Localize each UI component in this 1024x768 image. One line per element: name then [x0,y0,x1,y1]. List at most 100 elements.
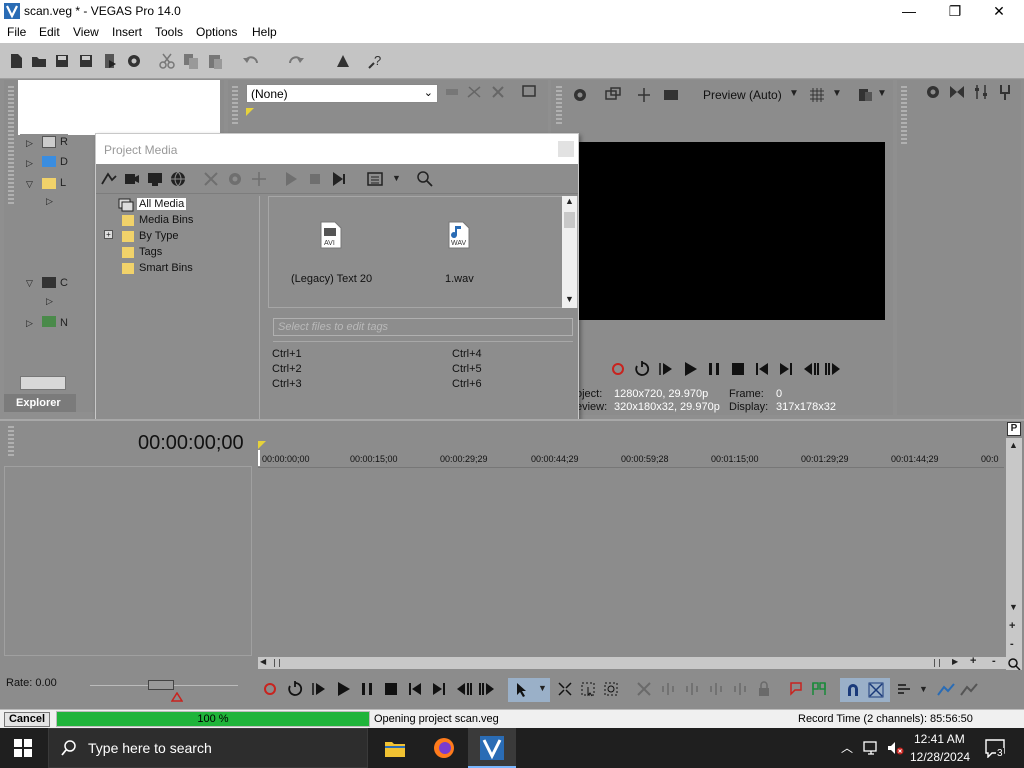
new-file-icon[interactable] [7,52,25,70]
timeline-grip[interactable] [8,426,14,456]
copy-snapshot-icon[interactable] [856,86,874,104]
cancel-button[interactable]: Cancel [4,712,50,727]
loop-playback-icon[interactable] [634,361,650,377]
play-icon[interactable] [335,681,351,697]
play-from-start-icon[interactable] [658,361,674,377]
capture-video-icon[interactable] [123,170,141,188]
taskbar-vegas-button[interactable] [468,728,516,768]
chevron-down-icon[interactable]: ▼ [789,88,799,99]
play-icon[interactable] [682,361,698,377]
trimmer-clear-icon[interactable] [466,84,482,100]
play-from-start-icon[interactable] [311,681,327,697]
envelope-tool-icon[interactable] [557,681,573,697]
tuning-fork-icon[interactable] [996,83,1014,101]
insert-region-icon[interactable] [811,681,827,697]
go-to-end-icon[interactable] [778,361,794,377]
menu-insert[interactable]: Insert [112,25,142,39]
snapping-toggle-group[interactable] [840,678,890,702]
chevron-down-icon[interactable]: ▼ [832,88,842,99]
p-button[interactable]: P [1007,422,1021,436]
tree-by-type[interactable]: By Type [139,230,179,242]
stop-icon[interactable] [730,361,746,377]
menu-file[interactable]: File [7,25,26,39]
cut-icon[interactable] [158,52,176,70]
open-folder-icon[interactable] [30,52,48,70]
project-media-close-button[interactable] [558,141,574,157]
redo-icon[interactable] [287,52,305,70]
tree-media-bins[interactable]: Media Bins [139,214,193,226]
next-frame-icon[interactable] [824,361,842,377]
trimmer-settings-icon[interactable] [521,84,537,100]
tree-label-d[interactable]: D [60,156,68,168]
tree-label-c[interactable]: C [60,277,68,289]
tag-shortcut[interactable]: Ctrl+1 [272,348,302,360]
next-frame-icon[interactable] [478,681,496,697]
start-preview-icon[interactable] [282,170,300,188]
timeline-hscroll[interactable]: ◀ ▶ + - [258,655,1006,669]
stop-preview-icon[interactable] [306,170,324,188]
firefox-icon[interactable] [432,736,456,760]
scroll-left-arrow[interactable]: ◀ [260,657,266,666]
remove-media-icon[interactable] [202,170,220,188]
tree-expand-arrow[interactable]: ▷ [26,138,33,149]
minimize-button[interactable]: — [886,0,932,23]
preview-quality-select[interactable]: Preview (Auto) [703,88,782,102]
menu-edit[interactable]: Edit [39,25,60,39]
scroll-thumb-left[interactable] [274,659,280,667]
views-list-icon[interactable] [366,170,384,188]
tree-smart-bins[interactable]: Smart Bins [139,262,193,274]
globe-icon[interactable] [169,170,187,188]
timeline-vscroll[interactable]: P ▲ ▼ + - [1006,422,1022,670]
go-to-end-icon[interactable] [431,681,447,697]
scroll-down-arrow[interactable]: ▼ [1009,602,1018,612]
tag-shortcut[interactable]: Ctrl+2 [272,363,302,375]
auto-preview-icon[interactable] [330,170,348,188]
lock-icon[interactable] [756,681,772,697]
menu-view[interactable]: View [73,25,99,39]
copy-icon[interactable] [182,52,200,70]
tree-collapse-arrow[interactable]: ▽ [26,278,33,289]
media-file-name[interactable]: (Legacy) Text 20 [291,273,372,285]
scroll-thumb[interactable] [564,212,575,228]
selection-edit-tool-icon[interactable] [580,681,596,697]
media-file-item[interactable]: AVI [319,221,343,249]
fader-icon[interactable] [972,83,990,101]
menu-tools[interactable]: Tools [155,25,183,39]
properties-gear-icon[interactable] [125,52,143,70]
render-icon[interactable] [101,52,119,70]
trimmer-media-select[interactable]: (None) ⌄ [246,84,438,103]
explorer-hscroll[interactable] [20,376,66,390]
tag-edit-field[interactable]: Select files to edit tags [273,318,573,336]
preview-device-icon[interactable] [604,86,622,104]
volume-muted-icon[interactable] [886,740,904,756]
save-as-icon[interactable] [77,52,95,70]
scroll-up-arrow[interactable]: ▲ [565,196,574,206]
tree-expand-arrow[interactable]: ▷ [46,196,53,207]
tree-expand-arrow[interactable]: ▷ [26,318,33,329]
media-file-item[interactable]: WAV [447,221,471,249]
chevron-down-icon[interactable]: ▼ [919,684,928,694]
delete-icon[interactable] [636,681,652,697]
ripple-edit-icon[interactable] [896,681,912,697]
trim-icon[interactable] [660,681,676,697]
insert-marker-icon[interactable] [788,681,804,697]
import-media-icon[interactable] [100,170,118,188]
loop-playback-icon[interactable] [287,681,303,697]
project-media-title-bar[interactable]: Project Media [96,134,578,164]
clock-time[interactable]: 12:41 AM [914,732,965,746]
split-icon[interactable] [732,681,748,697]
zoom-in-tracks-icon[interactable]: + [1009,620,1015,632]
tree-collapse-arrow[interactable]: ▽ [26,179,33,190]
tag-shortcut[interactable]: Ctrl+4 [452,348,482,360]
pause-icon[interactable] [359,681,375,697]
split-screen-icon[interactable] [635,86,653,104]
grid-icon[interactable] [808,86,826,104]
zoom-edit-tool-icon[interactable] [603,681,619,697]
windows-start-icon[interactable] [14,739,32,757]
ignore-event-grouping-icon[interactable] [960,681,978,697]
file-explorer-icon[interactable] [384,738,406,758]
media-fx-icon[interactable] [250,170,268,188]
go-to-start-icon[interactable] [407,681,423,697]
preview-grip[interactable] [556,86,562,126]
network-icon[interactable] [862,740,880,756]
